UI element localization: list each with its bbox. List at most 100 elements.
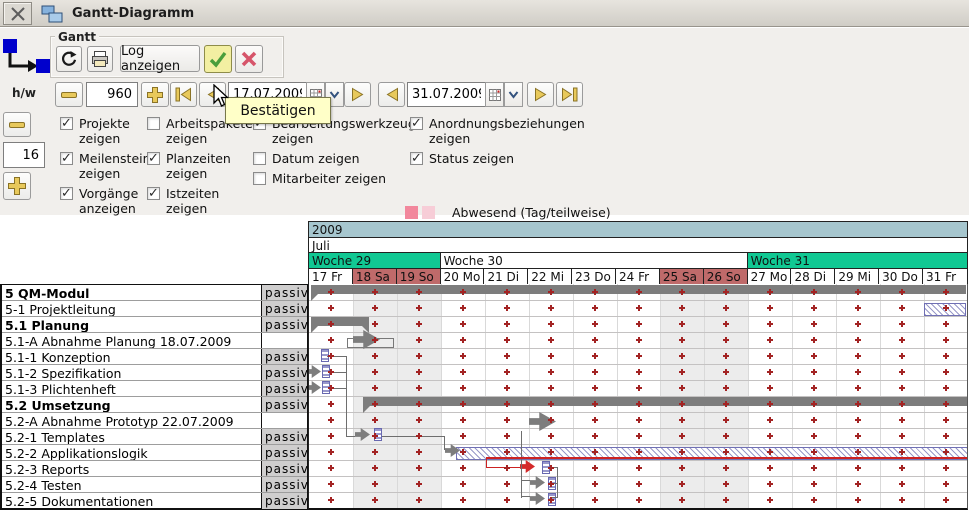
prev-end-button[interactable] [378,82,405,107]
task-row[interactable]: 5.1-A Abnahme Planung 18.07.2009 [2,333,307,349]
status-dot [811,337,817,343]
goto-start-button[interactable] [170,82,197,107]
row-height-decrease-button[interactable] [3,112,31,137]
summary-bar[interactable] [311,317,369,326]
status-dot [416,465,422,471]
task-row[interactable]: 5.1-2 Spezifikationpassiv [2,365,307,381]
goto-end-button[interactable] [556,82,583,107]
status-dot [548,417,554,423]
status-dot [723,481,729,487]
task-row[interactable]: 5.1-1 Konzeptionpassiv [2,349,307,365]
task-name: 5 QM-Modul [2,285,261,300]
status-dot [636,449,642,455]
status-dot [855,497,861,503]
next-start-button[interactable] [344,82,371,107]
task-row[interactable]: 5.1 Planungpassiv [2,317,307,333]
connector-line [346,436,355,437]
last-arrow-icon [561,87,578,102]
row-gridline [309,476,968,477]
status-dot [548,353,554,359]
option-mitarbeiter-zeigen[interactable]: Mitarbeiter zeigen [253,171,403,186]
status-dot [767,465,773,471]
row-height-input[interactable] [3,142,45,168]
status-dot [811,353,817,359]
status-dot [679,353,685,359]
status-dot [460,321,466,327]
date-to-input[interactable] [407,82,485,107]
option-istzeiten-zeigen[interactable]: ✓Istzeiten zeigen [147,186,247,216]
option-datum-zeigen[interactable]: Datum zeigen [253,151,403,166]
plus-icon [8,177,26,195]
confirm-button[interactable] [204,45,232,73]
status-dot [328,433,334,439]
summary-notch [311,326,318,333]
status-dot [679,433,685,439]
task-arrow[interactable] [530,492,545,505]
row-gridline [309,492,968,493]
task-row[interactable]: 5.2 Umsetzungpassiv [2,397,307,413]
width-decrease-button[interactable] [55,82,83,107]
status-dot [855,481,861,487]
task-row[interactable]: 5.2-2 Applikationslogikpassiv [2,445,307,461]
status-dot [592,417,598,423]
option-projekte-zeigen[interactable]: ✓Projekte zeigen [60,116,146,146]
task-arrow[interactable] [530,476,545,489]
option-label: Planzeiten zeigen [166,151,247,181]
width-increase-button[interactable] [141,82,169,107]
connector-line [486,457,968,459]
option-meilensteine-zeigen[interactable]: ✓Meilensteine zeigen [60,151,146,181]
date-to-calendar-button[interactable] [485,82,504,107]
status-dot [899,305,905,311]
width-input[interactable] [86,82,138,107]
status-dot [548,449,554,455]
status-dot [460,369,466,375]
date-to-dropdown-button[interactable] [504,82,523,107]
task-row[interactable]: 5 QM-Modulpassiv [2,285,307,301]
status-dot [328,449,334,455]
status-dot [811,481,817,487]
status-dot [943,369,949,375]
task-arrow[interactable] [308,381,321,394]
task-name: 5.1-3 Plichtenheft [2,381,261,396]
option-vorg-nge-anzeigen[interactable]: ✓Vorgänge anzeigen [60,186,146,216]
status-dot [504,465,510,471]
status-dot [504,433,510,439]
task-row[interactable]: 5.2-3 Reportspassiv [2,461,307,477]
status-dot [592,433,598,439]
task-row[interactable]: 5.2-1 Templatespassiv [2,429,307,445]
status-dot [899,497,905,503]
status-dot [899,401,905,407]
status-dot [372,305,378,311]
close-button[interactable] [3,2,32,25]
status-dot [811,497,817,503]
task-row[interactable]: 5.2-4 Testenpassiv [2,477,307,493]
task-name: 5.1 Planung [2,317,261,332]
task-name: 5.2 Umsetzung [2,397,261,412]
option-planzeiten-zeigen[interactable]: ✓Planzeiten zeigen [147,151,247,181]
summary-bar[interactable] [363,397,967,406]
calendar-icon [489,89,501,101]
row-gridline [309,316,968,317]
task-arrow[interactable] [308,365,321,378]
status-dot [811,385,817,391]
task-row[interactable]: 5-1 Projektleitungpassiv [2,301,307,317]
option-status-zeigen[interactable]: ✓Status zeigen [410,151,578,166]
task-arrow[interactable] [520,460,535,473]
task-row[interactable]: 5.2-A Abnahme Prototyp 22.07.2009 [2,413,307,429]
task-row[interactable]: 5.1-3 Plichtenheftpassiv [2,381,307,397]
status-dot [679,385,685,391]
cancel-button[interactable] [235,45,263,73]
next-end-button[interactable] [527,82,554,107]
refresh-button[interactable] [56,46,82,72]
status-dot [372,481,378,487]
row-height-increase-button[interactable] [3,172,31,200]
status-dot [372,433,378,439]
task-row[interactable]: 5.2-5 Dokumentationenpassiv [2,493,307,509]
task-status: passiv [261,493,307,509]
option-anordnungsbeziehungen-zeigen[interactable]: ✓Anordnungsbeziehungen zeigen [410,116,578,146]
show-log-button[interactable]: Log anzeigen [120,45,200,72]
status-dot [767,353,773,359]
day-header: 26 So [704,269,748,284]
print-button[interactable] [87,46,113,72]
status-dot [636,353,642,359]
